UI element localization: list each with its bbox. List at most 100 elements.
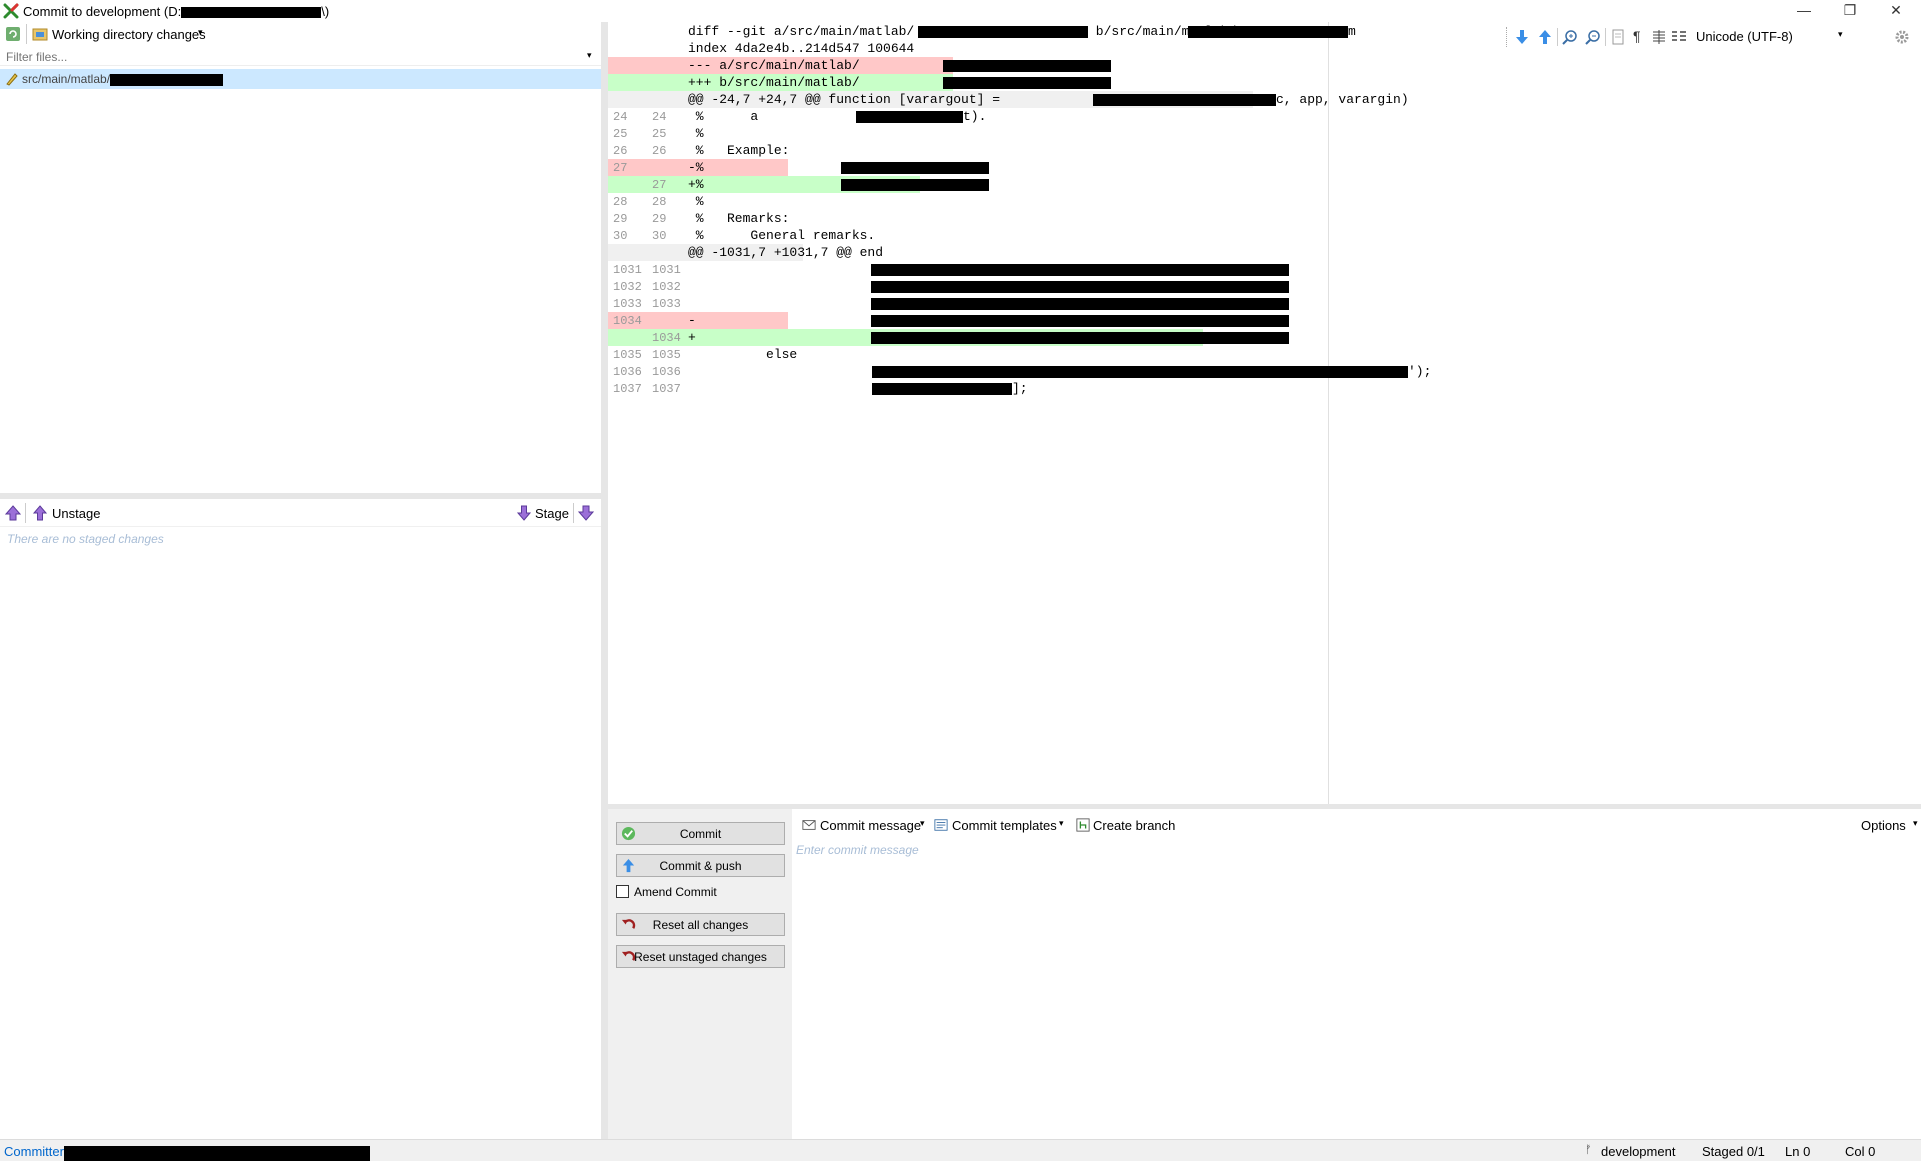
new-line-number: 28 — [652, 195, 667, 209]
new-line-number: 27 — [652, 178, 667, 192]
folder-icon — [32, 28, 48, 41]
diff-line-text: else — [688, 347, 798, 362]
diff-line: 26 26 % Example: — [608, 142, 789, 159]
redacted-text — [871, 315, 1289, 327]
redacted-text — [871, 281, 1289, 293]
unstage-button[interactable]: Unstage — [32, 503, 102, 523]
gear-icon[interactable] — [1894, 29, 1910, 45]
new-line-number: 1033 — [652, 297, 681, 311]
old-line-number: 1036 — [613, 365, 642, 379]
diff-line: 28 28 % — [608, 193, 704, 210]
branch-icon: ᚠ — [1585, 1144, 1592, 1156]
arrow-up-icon — [32, 505, 48, 521]
redacted-text — [943, 60, 1111, 72]
zoom-out-icon[interactable] — [1585, 29, 1601, 45]
redacted-text — [856, 111, 963, 123]
diff-line: +++ b/src/main/matlab/ — [608, 74, 953, 91]
old-line-number: 1031 — [613, 263, 642, 277]
reset-unstaged-changes-button[interactable]: Reset unstaged changes — [616, 945, 785, 968]
redacted-text — [871, 332, 1289, 344]
filter-files-input[interactable] — [6, 49, 576, 65]
diff-line-text: diff --git a/src/main/matlab/ — [688, 24, 915, 39]
diff-line-text: % — [688, 194, 704, 209]
new-line-number: 1036 — [652, 365, 681, 379]
new-line-number: 30 — [652, 229, 667, 243]
diff-line: 1037 1037 — [608, 380, 681, 397]
stage-button[interactable]: Stage — [516, 503, 569, 523]
committer-link[interactable]: Committer — [4, 1144, 64, 1159]
chevron-down-icon[interactable]: ▾ — [1838, 29, 1843, 40]
chevron-down-icon: ▾ — [1059, 818, 1064, 828]
diff-viewer[interactable]: diff --git a/src/main/matlab/m b/src/mai… — [608, 22, 1921, 804]
close-button[interactable]: ✕ — [1873, 0, 1919, 22]
diff-margin-ruler — [1328, 22, 1329, 804]
next-change-icon[interactable] — [1514, 29, 1530, 45]
new-line-number: 1034 — [652, 331, 681, 345]
show-whitespace-icon[interactable]: ¶ — [1633, 28, 1641, 44]
unstage-all-icon[interactable] — [5, 505, 21, 521]
toolbar-divider — [26, 24, 27, 44]
commit-and-push-button[interactable]: Commit & push — [616, 854, 785, 877]
diff-line: 1036 1036 — [608, 363, 681, 380]
toolbar-divider — [25, 503, 26, 523]
amend-commit-label: Amend Commit — [634, 885, 717, 899]
old-line-number: 1033 — [613, 297, 642, 311]
redacted-text — [841, 179, 989, 191]
chevron-down-icon: ▾ — [920, 818, 925, 828]
diff-line: 25 25 % — [608, 125, 704, 142]
main-vertical-splitter[interactable] — [601, 22, 608, 1139]
old-line-number: 29 — [613, 212, 628, 226]
checkbox-box[interactable] — [616, 885, 629, 898]
staged-count: Staged 0/1 — [1702, 1144, 1765, 1159]
stage-label: Stage — [535, 506, 569, 521]
old-line-number: 25 — [613, 127, 628, 141]
new-line-number: 1035 — [652, 348, 681, 362]
diff-line: 27 -% — [608, 159, 788, 176]
commit-button[interactable]: Commit — [616, 822, 785, 845]
old-line-number: 1035 — [613, 348, 642, 362]
stage-all-icon[interactable] — [578, 505, 594, 521]
diff-line-text: @@ -1031,7 +1031,7 @@ end — [688, 245, 884, 260]
new-line-number: 24 — [652, 110, 667, 124]
redacted-text — [841, 162, 989, 174]
unstaged-files-panel: Working directory changes ▾ ▾ src/main/m… — [0, 22, 601, 493]
old-line-number: 28 — [613, 195, 628, 209]
zoom-in-icon[interactable] — [1562, 29, 1578, 45]
diff-line-text: @@ -24,7 +24,7 @@ function [varargout] = — [688, 92, 1008, 107]
refresh-icon[interactable] — [5, 26, 21, 42]
commit-message-panel: Commit message ▾ Commit templates ▾ Crea… — [792, 809, 1921, 1139]
column-number: Col 0 — [1845, 1144, 1876, 1159]
amend-commit-checkbox[interactable]: Amend Commit — [616, 883, 785, 901]
options-menu[interactable]: Options ▾ — [1861, 818, 1918, 836]
encoding-dropdown[interactable]: Unicode (UTF-8) — [1696, 29, 1793, 44]
diff-line-text: --- a/src/main/matlab/ — [688, 58, 860, 73]
diff-line-text: -% — [688, 160, 704, 175]
diff-line: index 4da2e4b..214d547 100644 — [608, 40, 914, 57]
old-line-number: 26 — [613, 144, 628, 158]
branch-icon — [1076, 818, 1090, 832]
restore-button[interactable]: ❐ — [1827, 0, 1873, 22]
old-line-number: 1032 — [613, 280, 642, 294]
committer-redacted — [64, 1146, 370, 1161]
redacted-text — [943, 77, 1111, 89]
diff-line: diff --git a/src/main/matlab/ — [608, 23, 914, 40]
redacted-text — [1093, 94, 1276, 106]
filter-dropdown-icon[interactable]: ▾ — [587, 50, 592, 61]
new-line-number: 29 — [652, 212, 667, 226]
commit-panel: Commit Commit & push Amend Commit Reset … — [608, 809, 1921, 1139]
show-entire-file-icon[interactable] — [1651, 29, 1667, 45]
reset-all-changes-button[interactable]: Reset all changes — [616, 913, 785, 936]
status-bar: Committer ᚠ development Staged 0/1 Ln 0 … — [0, 1139, 1921, 1161]
context-lines-icon[interactable] — [1671, 29, 1687, 45]
toolbar-divider — [573, 503, 574, 523]
commit-message-input[interactable] — [792, 839, 1917, 1134]
message-icon — [802, 820, 816, 830]
window-title: Commit to development (D: \) — [23, 4, 330, 19]
staged-files-panel: Unstage Stage There are no staged change… — [0, 499, 601, 1139]
previous-change-icon[interactable] — [1537, 29, 1553, 45]
file-list-item[interactable]: src/main/matlab/ — [0, 69, 601, 89]
minimize-button[interactable]: — — [1781, 0, 1827, 22]
branch-name: development — [1601, 1144, 1676, 1159]
line-number: Ln 0 — [1785, 1144, 1811, 1159]
ignore-whitespace-icon[interactable] — [1610, 29, 1626, 45]
